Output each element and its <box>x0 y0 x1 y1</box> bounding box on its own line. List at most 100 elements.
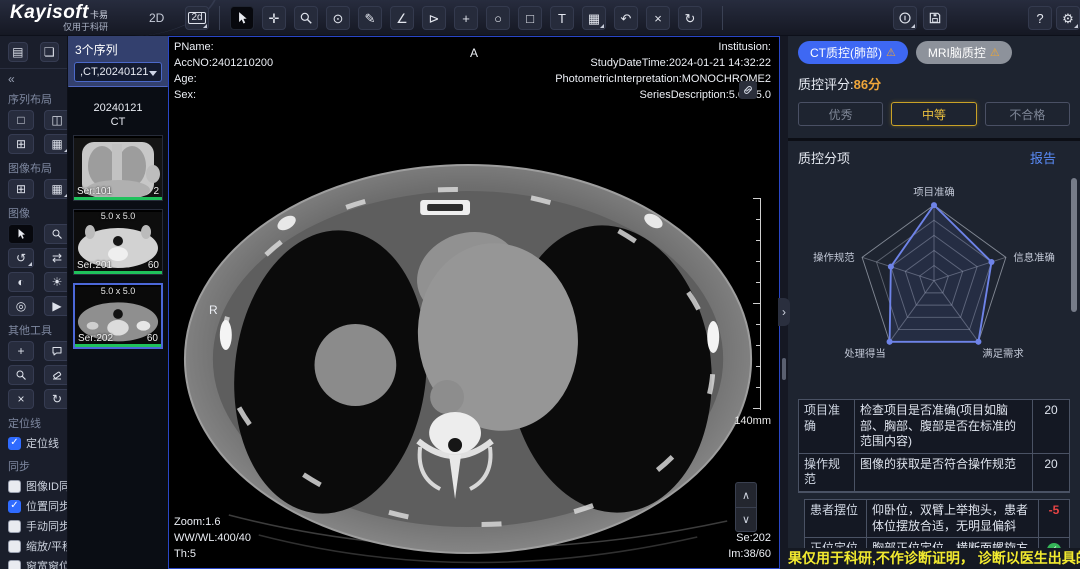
warning-icon: ⚠ <box>990 46 1000 59</box>
cursor-icon <box>235 11 249 25</box>
collapse-panel-button[interactable]: « <box>0 69 67 86</box>
thumb-size-label: 5.0 x 5.0 <box>74 211 162 221</box>
grid-layout-icon: ▦ <box>588 12 600 25</box>
series-list-button[interactable]: ▤ <box>8 42 28 62</box>
delete-tool[interactable]: × <box>646 6 670 30</box>
app-logo: Kayisoft卡易 仅用于科研 <box>10 3 108 32</box>
series-layout-2x2[interactable]: ⊞ <box>8 134 34 154</box>
checkbox[interactable] <box>8 520 21 533</box>
undo-icon: ↶ <box>621 12 632 25</box>
qc-item-score: 20 <box>1033 454 1069 492</box>
rotate-tool[interactable]: ↺ <box>8 248 34 268</box>
cine-play-tool[interactable]: ▶ <box>44 296 68 316</box>
magnify-region-tool[interactable] <box>8 365 34 385</box>
probe-tool[interactable]: + <box>454 6 478 30</box>
invert-tool[interactable]: ◐ <box>8 272 34 292</box>
chevron-down-icon <box>149 71 157 76</box>
expand-panel-button[interactable]: › <box>778 298 790 326</box>
report-panel-icon: ❏ <box>44 46 55 58</box>
brand-name-cn: 卡易 <box>90 10 108 20</box>
settings-icon: ⚙ <box>1062 12 1074 25</box>
step-up-button[interactable]: ∧ <box>736 483 756 507</box>
checkbox[interactable]: ✓ <box>8 500 21 513</box>
image-viewport[interactable]: PName:AccNO:2401210200 Age:Sex: A R Inst… <box>168 36 780 569</box>
tab-mri-qc[interactable]: MRI脑质控 ⚠ <box>916 41 1012 64</box>
series-layout-1x1[interactable]: □ <box>8 110 34 130</box>
thumb-image-count: 2 <box>153 186 159 197</box>
undo-tool[interactable]: ↶ <box>614 6 638 30</box>
zoom-tool[interactable] <box>294 6 318 30</box>
checkbox[interactable]: ✓ <box>8 437 21 450</box>
window-preset-tool[interactable]: ◎ <box>8 296 34 316</box>
reset-tool[interactable]: ↻ <box>678 6 702 30</box>
report-info-button[interactable] <box>893 6 917 30</box>
tab-ct-qc[interactable]: CT质控(肺部) ⚠ <box>798 41 908 64</box>
mode-2d-label: 2D <box>149 11 164 25</box>
add-tool[interactable]: + <box>8 341 34 361</box>
qc-panel-scrollbar[interactable] <box>1071 178 1077 312</box>
report-link[interactable]: 报告 <box>1030 148 1056 167</box>
series-thumbnail-202[interactable]: 5.0 x 5.0 Ser:20260 <box>73 283 163 349</box>
brightness-tool[interactable]: ☀ <box>44 272 68 292</box>
scale-ruler-label: 140mm <box>734 415 771 427</box>
pan-tool[interactable]: ✛ <box>262 6 286 30</box>
checkbox-label: 窗宽窗位 <box>26 558 68 569</box>
qc-items-title: 质控分项 <box>798 148 850 167</box>
series-layout-3x3[interactable]: ▦ <box>44 134 68 154</box>
window-level-tool[interactable]: ⊙ <box>326 6 350 30</box>
checkbox[interactable] <box>8 560 21 569</box>
delete-all-tool[interactable]: × <box>8 389 34 409</box>
step-down-button[interactable]: ∨ <box>736 507 756 531</box>
image-layout-2x2[interactable]: ⊞ <box>8 179 34 199</box>
flip-icon: ⇄ <box>52 252 62 264</box>
panel-divider: › <box>780 36 788 569</box>
cursor-tool[interactable] <box>8 224 34 244</box>
pan-icon: ✛ <box>269 12 280 25</box>
ruler-tool[interactable]: ✎ <box>358 6 382 30</box>
settings-button[interactable]: ⚙ <box>1056 6 1080 30</box>
qc-tabs: CT质控(肺部) ⚠ MRI脑质控 ⚠ <box>798 41 1070 64</box>
help-button[interactable]: ? <box>1028 6 1052 30</box>
rating-fail-button[interactable]: 不合格 <box>985 102 1070 126</box>
study-group-title: 20240121 CT <box>68 101 168 130</box>
cobb-angle-icon: ⊳ <box>429 12 440 25</box>
qc-panel: CT质控(肺部) ⚠ MRI脑质控 ⚠ 质控评分:86分 优秀 中等 不合格 质… <box>788 36 1080 569</box>
cursor-tool[interactable] <box>230 6 254 30</box>
link-sync-button[interactable] <box>739 81 757 99</box>
mode-2d-button[interactable]: 2d <box>185 6 209 30</box>
cobb-angle-tool[interactable]: ⊳ <box>422 6 446 30</box>
search-tool[interactable] <box>44 224 68 244</box>
checkbox-row: 手动同步 <box>0 516 67 536</box>
save-button[interactable] <box>923 6 947 30</box>
ruler-icon: ✎ <box>365 12 376 25</box>
series-layout-1x2[interactable]: ◫ <box>44 110 68 130</box>
series-panel: 3个序列 ,CT,20240121 20240121 CT Ser:1012 <box>68 36 168 569</box>
series-thumbnail-201[interactable]: 5.0 x 5.0 Ser:20160 <box>73 209 163 275</box>
series-thumbnail-101[interactable]: Ser:1012 <box>73 135 163 201</box>
tool-sections: 序列布局□◫⊞▦图像布局⊞▦图像↺⇄◐☀◎▶其他工具+×↻ <box>0 86 67 410</box>
checkbox[interactable] <box>8 540 21 553</box>
reset-view-tool[interactable]: ↻ <box>44 389 68 409</box>
flip-tool[interactable]: ⇄ <box>44 248 68 268</box>
thumb-series-number: Ser:202 <box>78 333 113 344</box>
divider-scrollbar[interactable] <box>782 358 786 380</box>
study-select[interactable]: ,CT,20240121 <box>74 62 162 82</box>
rect-tool[interactable]: □ <box>518 6 542 30</box>
orientation-marker-right: R <box>209 302 218 319</box>
eraser-tool[interactable] <box>44 365 68 385</box>
series-layout-3x3-icon: ▦ <box>51 138 62 150</box>
report-panel-button[interactable]: ❏ <box>40 42 60 62</box>
ellipse-tool[interactable]: ○ <box>486 6 510 30</box>
study-date: 20240121 <box>68 101 168 115</box>
text-tool[interactable]: T <box>550 6 574 30</box>
checkbox[interactable] <box>8 480 21 493</box>
rating-medium-button[interactable]: 中等 <box>891 102 976 126</box>
study-select-value: ,CT,20240121 <box>80 66 149 78</box>
angle-tool[interactable]: ∠ <box>390 6 414 30</box>
image-layout-3x3[interactable]: ▦ <box>44 179 68 199</box>
rating-excellent-button[interactable]: 优秀 <box>798 102 883 126</box>
annotation-tool[interactable] <box>44 341 68 361</box>
qc-subitem-name: 患者摆位 <box>805 500 867 538</box>
invert-icon: ◐ <box>17 276 24 288</box>
grid-layout-tool[interactable]: ▦ <box>582 6 606 30</box>
